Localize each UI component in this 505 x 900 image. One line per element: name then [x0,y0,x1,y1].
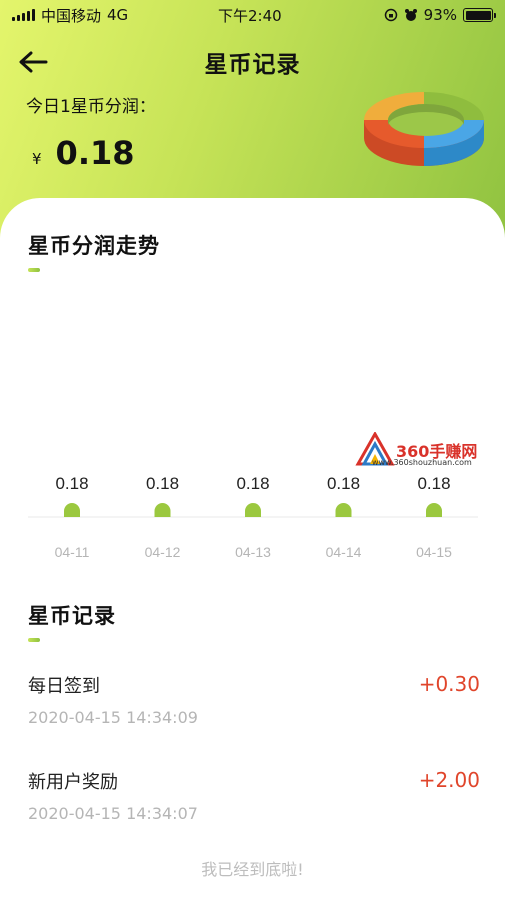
network-label: 4G [107,6,129,24]
page-title: 星币记录 [204,52,301,78]
today-amount: 0.18 [55,134,135,172]
chart-bar [64,503,80,517]
chart-tick-label: 04-13 [235,544,271,560]
chart-data-label: 0.18 [236,474,269,493]
trend-title: 星币分润走势 [28,234,160,258]
back-button[interactable] [16,48,50,76]
arrow-left-icon [19,51,48,73]
record-time: 2020-04-15 14:34:07 [28,804,198,823]
chart-bar [335,503,352,517]
currency-symbol: ¥ [32,150,42,168]
records-title-underline [28,638,40,642]
end-of-list-text: 我已经到底啦! [201,860,304,879]
chart-data-label: 0.18 [327,474,360,493]
record-name: 每日签到 [28,676,100,697]
chart-tick-label: 04-15 [416,544,452,560]
nav-bar: 星币记录 [0,40,505,84]
today-label: 今日1星币分润： [26,97,156,117]
chart-bar [245,503,261,517]
trend-chart: 0.18 04-11 0.18 04-12 0.18 04-13 0.18 04-14 0.18… [28,474,478,560]
signal-icon [12,9,35,21]
records-title: 星币记录 [28,604,116,628]
chart-data-label: 0.18 [417,474,450,493]
record-item: 新用户奖励 +2.00 2020-04-15 14:34:07 [28,768,480,848]
trend-title-underline [28,268,40,272]
carrier-label: 中国移动 [41,6,102,25]
battery-percent: 93% [423,6,457,24]
watermark-url: www.360shouzhuan.com [372,458,472,467]
chart-tick-label: 04-11 [55,544,90,560]
battery-icon [463,8,496,22]
lock-rotation-icon [384,8,397,22]
status-right: 93% [384,6,496,24]
chart-tick-label: 04-12 [145,544,181,560]
donut-chart-icon [364,92,484,166]
chart-data-label: 0.18 [55,474,88,493]
chart-bar [154,503,171,517]
record-name: 新用户奖励 [28,772,118,793]
chart-tick-label: 04-14 [326,544,362,560]
status-left: 中国移动 4G [12,5,128,26]
today-value: ¥ 0.18 [32,134,135,172]
record-amount: +2.00 [418,768,480,792]
chart-data-label: 0.18 [146,474,179,493]
alarm-icon [404,9,417,21]
record-time: 2020-04-15 14:34:09 [28,708,198,727]
record-item: 每日签到 +0.30 2020-04-15 14:34:09 [28,672,480,752]
record-amount: +0.30 [418,672,480,696]
status-bar: 中国移动 4G 下午2:40 93% [0,0,505,30]
chart-bar [426,503,442,517]
clock: 下午2:40 [218,6,282,25]
